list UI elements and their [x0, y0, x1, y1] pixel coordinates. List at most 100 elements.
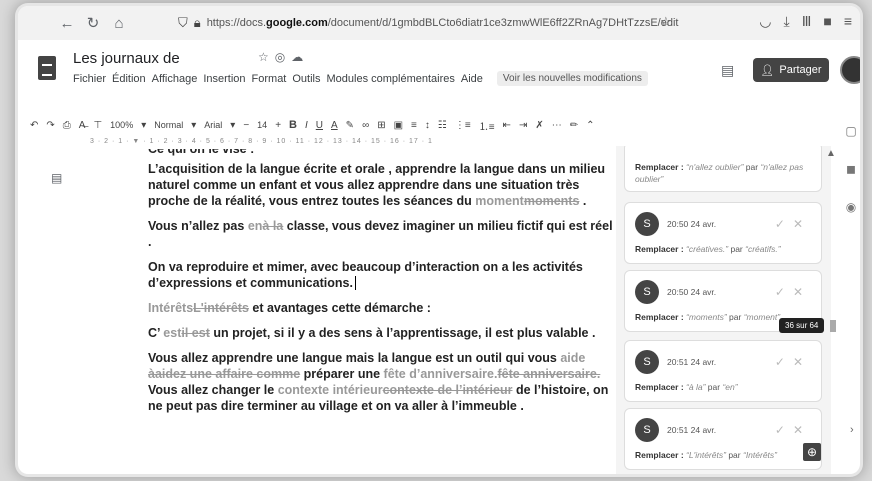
numbered-list-icon[interactable]: ⒈≡: [479, 118, 495, 133]
tasks-icon[interactable]: ◉: [844, 200, 858, 214]
paragraph: On va reproduire et mimer, avec beaucoup…: [148, 260, 583, 290]
more-icon[interactable]: ⋯: [552, 120, 562, 131]
reject-icon[interactable]: ✕: [793, 423, 811, 437]
star-icon[interactable]: ☆: [258, 50, 275, 64]
add-comment-icon[interactable]: ⊞: [377, 120, 385, 131]
outline-icon[interactable]: ▤: [51, 171, 62, 185]
accept-icon[interactable]: ✓: [775, 285, 793, 299]
reject-icon[interactable]: ✕: [793, 355, 811, 369]
reject-icon[interactable]: ✕: [793, 285, 811, 299]
underline-icon[interactable]: U: [316, 120, 323, 131]
increase-size-icon[interactable]: +: [275, 120, 281, 131]
home-icon[interactable]: ⌂: [106, 15, 132, 32]
scroll-up-icon[interactable]: ▲: [826, 148, 836, 159]
indent-increase-icon[interactable]: ⇥: [519, 120, 527, 131]
line-spacing-icon[interactable]: ↕: [425, 120, 430, 131]
image-icon[interactable]: ▣: [394, 120, 403, 131]
add-comment-button[interactable]: ⊕: [803, 443, 821, 461]
menu-format[interactable]: Format: [252, 73, 287, 85]
checklist-icon[interactable]: ☷: [438, 120, 447, 131]
style-select[interactable]: Normal: [154, 120, 183, 130]
indent-decrease-icon[interactable]: ⇤: [503, 120, 511, 131]
accept-icon[interactable]: ✓: [775, 355, 793, 369]
share-label: Partager: [779, 64, 822, 76]
menu-modules[interactable]: Modules complémentaires: [327, 73, 455, 85]
document-page[interactable]: Ce qui on le vise : L’acquisition de la …: [148, 149, 618, 474]
browser-right-icons: ◡ ⤓ Ⅲ ■ ≡: [759, 13, 852, 30]
reject-icon[interactable]: ✕: [793, 217, 811, 231]
clear-format-icon[interactable]: ✗: [535, 120, 543, 131]
link-icon[interactable]: ∞: [362, 120, 369, 131]
suggestion-card[interactable]: S 20:51 24 avr. ✓✕ Remplacer : “L'intérêts…: [624, 408, 822, 470]
bookmark-star-icon[interactable]: ☆: [660, 14, 672, 30]
bullet-list-icon[interactable]: ⋮≡: [455, 120, 471, 131]
editing-mode-icon[interactable]: ✏: [570, 120, 578, 131]
font-select[interactable]: Arial: [204, 120, 222, 130]
reload-icon[interactable]: ↻: [80, 14, 106, 32]
url-prefix: https://docs.: [206, 17, 266, 29]
chevron-right-icon[interactable]: ›: [850, 424, 854, 436]
keep-icon[interactable]: ◼: [844, 162, 858, 176]
paragraph: IntérêtsL'intérêts et avantages cette dé…: [148, 301, 431, 315]
lock-icon: 🔒︎: [193, 15, 201, 30]
spellcheck-icon[interactable]: A̶: [79, 120, 86, 131]
browser-window: ← ↻ ⌂ ⛉ 🔒︎ https://docs. google.com/docum…: [18, 6, 860, 474]
calendar-icon[interactable]: ▢: [844, 124, 858, 138]
menu-fichier[interactable]: Fichier: [73, 73, 106, 85]
text-cursor: [354, 276, 356, 290]
url-domain: google.com: [266, 17, 328, 29]
timestamp: 20:51 24 avr.: [667, 357, 717, 367]
paragraph: C’ estil est un projet, si il y a des se…: [148, 326, 596, 340]
paint-format-icon[interactable]: ⊤: [93, 120, 102, 131]
collapse-icon[interactable]: ⌃: [586, 120, 594, 131]
print-icon[interactable]: ⎙: [63, 120, 71, 131]
address-bar[interactable]: ⛉ 🔒︎ https://docs. google.com/document/d/…: [178, 12, 738, 34]
formatting-toolbar: ↶ ↷ ⎙ A̶ ⊤ 100% ▾ Normal ▾ Arial ▾ − 14 + B…: [30, 114, 820, 136]
align-icon[interactable]: ≡: [411, 120, 417, 131]
avatar: S: [635, 418, 659, 442]
timestamp: 20:51 24 avr.: [667, 425, 717, 435]
menu-edition[interactable]: Édition: [112, 73, 146, 85]
back-icon[interactable]: ←: [54, 15, 80, 32]
paragraph: Ce qui on le vise :: [148, 149, 255, 156]
library-icon[interactable]: Ⅲ: [802, 13, 812, 30]
title-actions: ☆◎☁: [258, 50, 309, 64]
menu-icon[interactable]: ≡: [844, 13, 852, 30]
menu-aide[interactable]: Aide: [461, 73, 483, 85]
menu-affichage[interactable]: Affichage: [152, 73, 198, 85]
suggestion-card[interactable]: S 20:51 24 avr. ✓✕ Remplacer : “à la” par …: [624, 340, 822, 402]
bold-icon[interactable]: B: [289, 119, 297, 131]
new-changes-link[interactable]: Voir les nouvelles modifications: [496, 71, 648, 86]
docs-header: Les journaux de ☆◎☁ Fichier Édition Affi…: [18, 40, 860, 112]
ruler[interactable]: 3 · 2 · 1 · ▼ · 1 · 2 · 3 · 4 · 5 · 6 · …: [90, 138, 610, 148]
accept-icon[interactable]: ✓: [775, 217, 793, 231]
scrollbar[interactable]: [830, 320, 836, 332]
menu-insertion[interactable]: Insertion: [203, 73, 245, 85]
docs-logo-icon[interactable]: [38, 56, 56, 80]
comment-history-icon[interactable]: ▤: [721, 62, 734, 79]
paragraph: L’acquisition de la langue écrite et ora…: [148, 162, 606, 208]
avatar: S: [635, 280, 659, 304]
italic-icon[interactable]: I: [305, 120, 308, 131]
person-icon: 👤︎: [760, 64, 775, 77]
suggestion-card[interactable]: Remplacer : “n'allez oublier” par “n'all…: [624, 146, 822, 192]
document-title[interactable]: Les journaux de: [73, 50, 180, 67]
share-button[interactable]: 👤︎ Partager: [753, 58, 829, 82]
redo-icon[interactable]: ↷: [46, 120, 54, 131]
download-icon[interactable]: ⤓: [784, 13, 790, 30]
menu-outils[interactable]: Outils: [292, 73, 320, 85]
accept-icon[interactable]: ✓: [775, 423, 793, 437]
text-color-icon[interactable]: A: [331, 120, 338, 131]
cloud-status-icon[interactable]: ☁: [291, 50, 309, 64]
zoom-select[interactable]: 100%: [110, 120, 133, 130]
undo-icon[interactable]: ↶: [30, 120, 38, 131]
suggestion-card[interactable]: S 20:50 24 avr. ✓✕ Remplacer : “créatives.…: [624, 202, 822, 264]
account-avatar[interactable]: [840, 56, 860, 84]
decrease-size-icon[interactable]: −: [243, 120, 249, 131]
extension-icon[interactable]: ■: [823, 13, 831, 30]
move-icon[interactable]: ◎: [275, 50, 291, 64]
highlight-icon[interactable]: ✎: [346, 120, 354, 131]
pocket-icon[interactable]: ◡: [759, 13, 771, 30]
font-size-field[interactable]: 14: [257, 120, 267, 130]
side-panel: ▢ ◼ ◉: [844, 112, 860, 472]
